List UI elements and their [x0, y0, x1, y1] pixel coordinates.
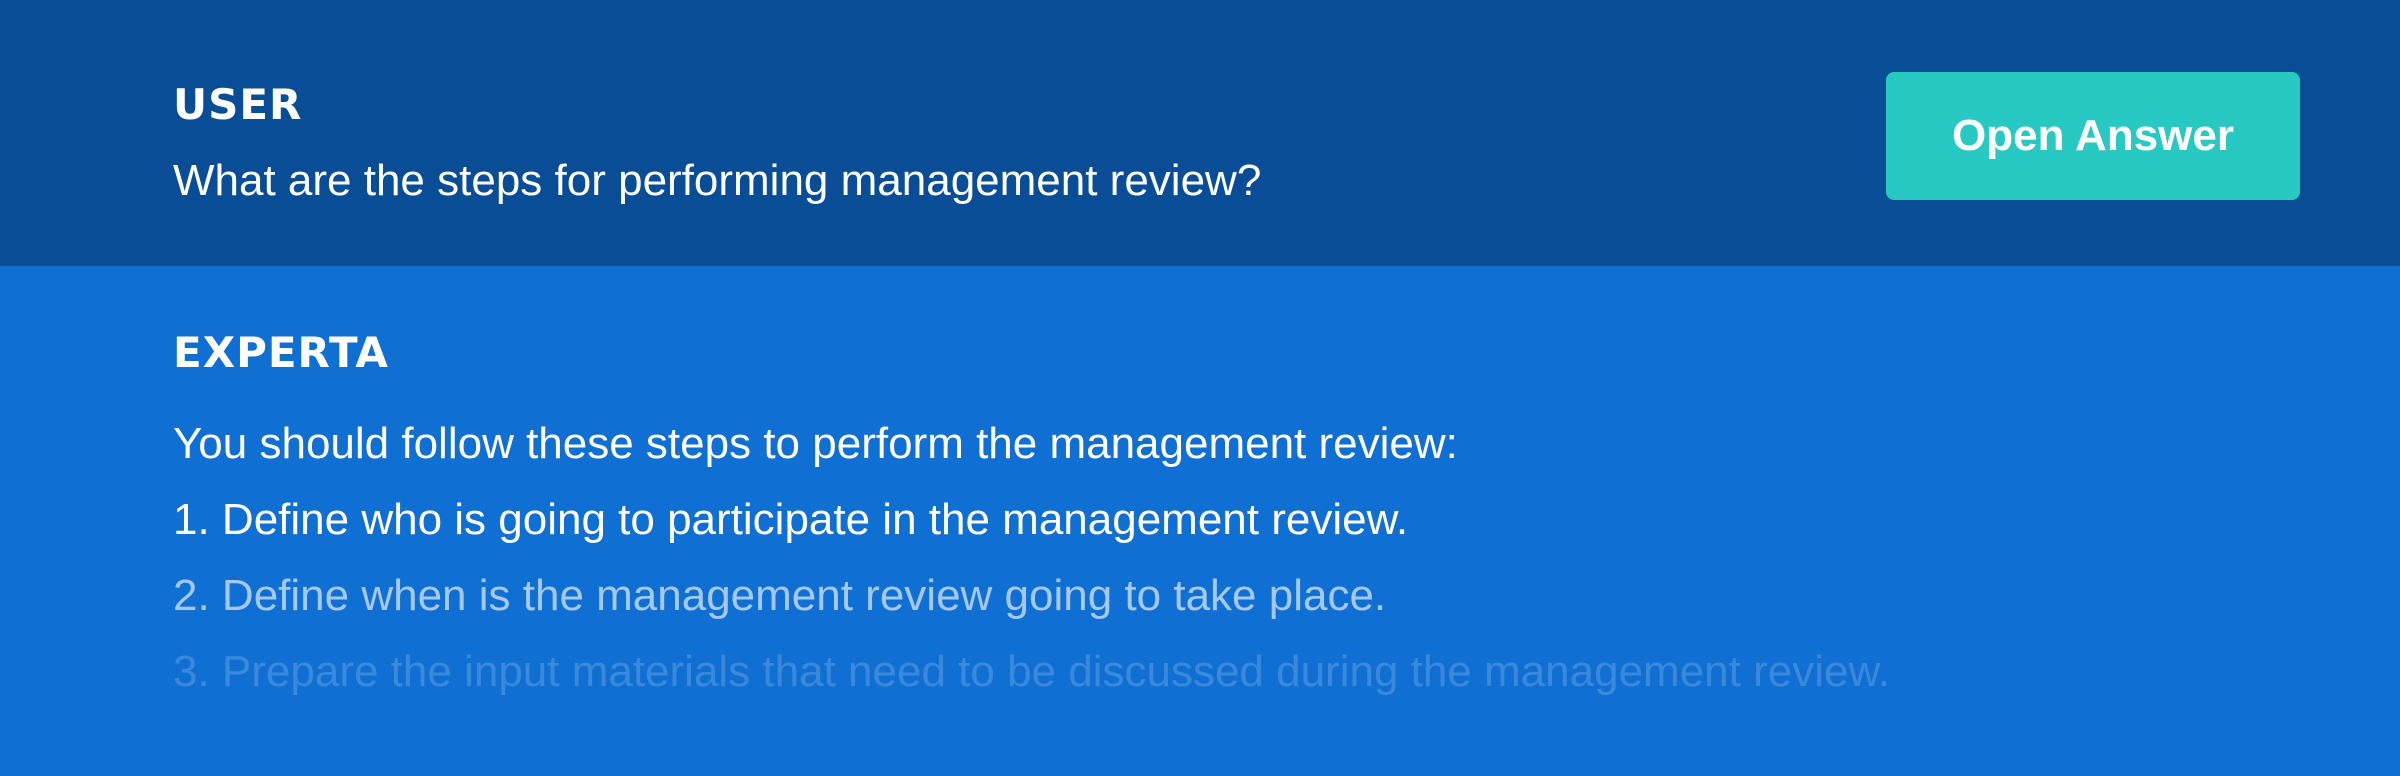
experta-role-label: EXPERTA — [173, 328, 389, 377]
answer-step-3: 3. Prepare the input materials that need… — [173, 647, 1891, 696]
answer-intro-line: You should follow these steps to perform… — [173, 419, 1458, 468]
answer-preview: You should follow these steps to perform… — [173, 406, 2273, 710]
answer-step-1: 1. Define who is going to participate in… — [173, 495, 1409, 544]
answer-panel: EXPERTA You should follow these steps to… — [0, 266, 2400, 776]
question-panel: USER What are the steps for performing m… — [0, 0, 2400, 266]
user-role-label: USER — [173, 80, 303, 129]
answer-step-2: 2. Define when is the management review … — [173, 571, 1387, 620]
open-answer-button[interactable]: Open Answer — [1886, 72, 2300, 200]
question-text: What are the steps for performing manage… — [173, 156, 1262, 205]
